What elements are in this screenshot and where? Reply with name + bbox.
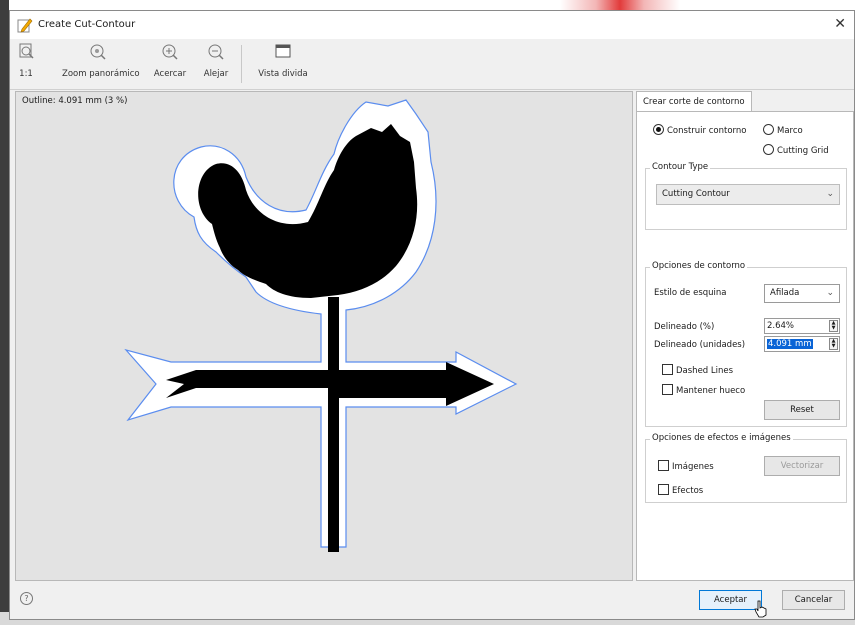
close-icon[interactable]: ✕ xyxy=(834,16,846,32)
toolbar-label: Alejar xyxy=(203,69,229,79)
radio-build-contour[interactable]: Construir contorno xyxy=(653,124,746,136)
checkbox-icon xyxy=(658,460,669,471)
contour-settings-panel: Crear corte de contorno Construir contor… xyxy=(636,91,854,581)
pan-zoom-icon xyxy=(90,44,106,60)
group-legend: Opciones de efectos e imágenes xyxy=(650,433,793,443)
checkbox-icon xyxy=(662,364,673,375)
outline-units-stepper[interactable]: 4.091 mm ▲ ▼ xyxy=(764,336,840,352)
checkbox-label: Imágenes xyxy=(672,462,714,472)
toolbar-label: 1:1 xyxy=(19,69,33,79)
vectorize-button[interactable]: Vectorizar xyxy=(764,456,840,476)
rooster-silhouette xyxy=(166,124,494,552)
radio-selected-icon xyxy=(653,124,664,135)
corner-style-label: Estilo de esquina xyxy=(654,288,727,298)
hand-cursor-icon xyxy=(754,600,767,618)
background-app-edge xyxy=(0,0,9,625)
corner-style-select[interactable]: Afilada ⌄ xyxy=(764,284,840,303)
window-title: Create Cut-Contour xyxy=(38,19,136,30)
chevron-down-icon: ⌄ xyxy=(826,288,834,298)
stepper-value: 2.64% xyxy=(767,321,795,331)
panel-body: Construir contorno Marco Cutting Grid Co… xyxy=(636,111,854,581)
toolbar-fit-button[interactable]: 1:1 xyxy=(16,41,36,79)
preview-canvas[interactable]: Outline: 4.091 mm (3 %) xyxy=(15,91,633,581)
create-cut-contour-dialog: Create Cut-Contour ✕ 1:1 Zoom panorámico xyxy=(9,10,855,620)
outline-percent-label: Delineado (%) xyxy=(654,322,715,332)
chevron-down-icon: ⌄ xyxy=(826,189,834,199)
checkbox-label: Efectos xyxy=(672,486,704,496)
toolbar-label: Zoom panorámico xyxy=(62,69,140,79)
spin-arrows-icon[interactable]: ▲ ▼ xyxy=(829,320,838,332)
radio-icon xyxy=(763,144,774,155)
help-icon[interactable]: ? xyxy=(20,592,33,605)
outline-percent-stepper[interactable]: 2.64% ▲ ▼ xyxy=(764,318,840,334)
ok-button[interactable]: Aceptar xyxy=(699,590,762,610)
radio-label: Cutting Grid xyxy=(777,146,829,156)
group-legend: Opciones de contorno xyxy=(650,261,748,271)
radio-frame[interactable]: Marco xyxy=(763,124,803,136)
keep-hole-checkbox[interactable]: Mantener hueco xyxy=(662,384,745,396)
toolbar-split-view-button[interactable]: Vista divida xyxy=(255,41,311,79)
contour-options-group: Opciones de contorno Estilo de esquina A… xyxy=(645,261,847,427)
split-view-icon xyxy=(275,44,291,58)
toolbar-label: Vista divida xyxy=(258,69,308,79)
weathervane-artwork xyxy=(124,99,518,552)
radio-cutting-grid[interactable]: Cutting Grid xyxy=(763,144,829,156)
background-decoration xyxy=(560,0,680,10)
toolbar-pan-button[interactable]: Zoom panorámico xyxy=(62,41,140,79)
cancel-button[interactable]: Cancelar xyxy=(782,590,845,610)
outline-units-label: Delineado (unidades) xyxy=(654,340,746,350)
checkbox-icon xyxy=(662,384,673,395)
radio-icon xyxy=(763,124,774,135)
select-value: Cutting Contour xyxy=(662,189,730,199)
toolbar-zoomout-button[interactable]: Alejar xyxy=(201,41,231,79)
checkbox-label: Mantener hueco xyxy=(676,386,746,396)
toolbar: 1:1 Zoom panorámico Acercar Alejar Vista… xyxy=(10,39,854,90)
select-value: Afilada xyxy=(770,288,800,298)
toolbar-separator xyxy=(241,45,242,83)
images-checkbox[interactable]: Imágenes xyxy=(658,460,714,472)
spin-arrows-icon[interactable]: ▲ ▼ xyxy=(829,338,838,350)
toolbar-zoomin-button[interactable]: Acercar xyxy=(153,41,187,79)
edit-pencil-icon xyxy=(17,18,33,33)
cut-contour-outline xyxy=(124,99,518,548)
effects-options-group: Opciones de efectos e imágenes Imágenes … xyxy=(645,433,847,503)
dashed-lines-checkbox[interactable]: Dashed Lines xyxy=(662,364,733,376)
zoom-in-icon xyxy=(162,44,178,60)
stepper-value: 4.091 mm xyxy=(767,339,813,349)
zoom-out-icon xyxy=(208,44,224,60)
checkbox-label: Dashed Lines xyxy=(676,366,734,376)
contour-type-group: Contour Type Cutting Contour ⌄ xyxy=(645,162,847,230)
radio-label: Marco xyxy=(777,126,803,136)
fit-page-icon xyxy=(19,43,34,59)
checkbox-icon xyxy=(658,484,669,495)
title-bar: Create Cut-Contour ✕ xyxy=(10,11,854,39)
reset-button[interactable]: Reset xyxy=(764,400,840,420)
toolbar-label: Acercar xyxy=(153,69,187,79)
group-legend: Contour Type xyxy=(650,162,711,172)
contour-type-select[interactable]: Cutting Contour ⌄ xyxy=(656,184,840,205)
tab-create-contour[interactable]: Crear corte de contorno xyxy=(636,91,752,112)
radio-label: Construir contorno xyxy=(667,126,747,136)
effects-checkbox[interactable]: Efectos xyxy=(658,484,703,496)
